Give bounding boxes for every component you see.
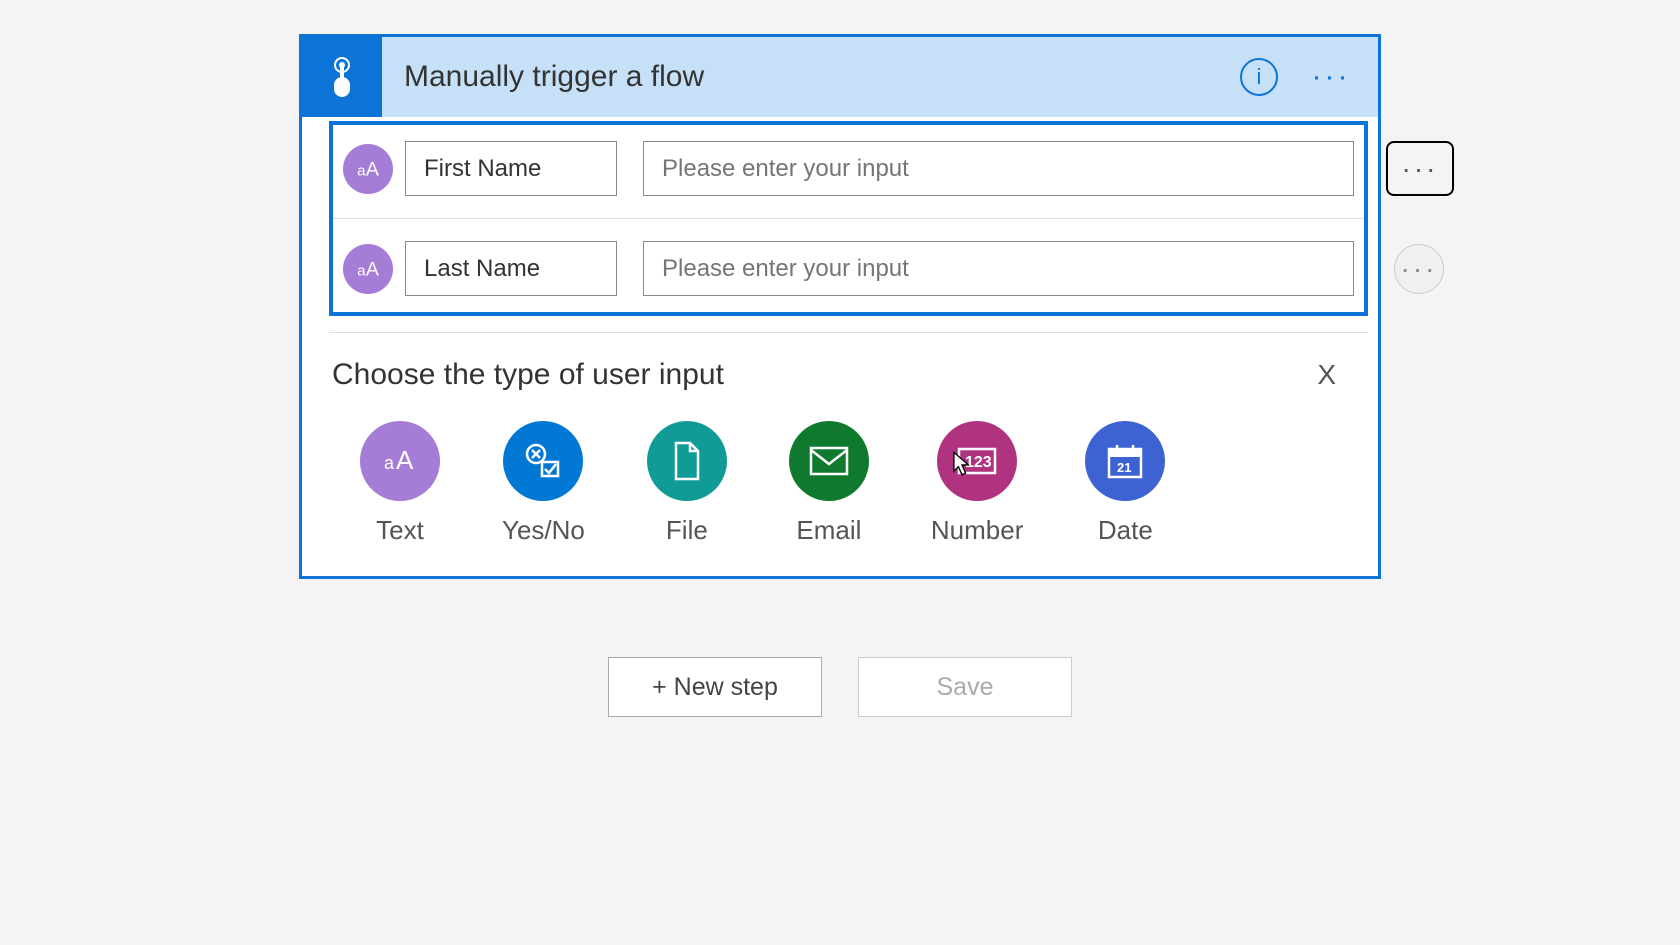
- input-row-more-button[interactable]: ···: [1394, 244, 1444, 294]
- type-option-yesno[interactable]: Yes/No: [502, 421, 585, 546]
- choose-type-title: Choose the type of user input: [332, 358, 724, 392]
- svg-text:A: A: [366, 258, 379, 280]
- type-option-number[interactable]: 123 Number: [931, 421, 1023, 546]
- svg-text:a: a: [357, 162, 366, 179]
- input-divider: [333, 218, 1364, 219]
- text-type-icon: a A: [343, 244, 393, 294]
- email-type-circle: [789, 421, 869, 501]
- type-label: Email: [796, 515, 861, 546]
- svg-text:21: 21: [1117, 460, 1131, 475]
- trigger-header[interactable]: Manually trigger a flow i ···: [302, 37, 1378, 117]
- type-option-date[interactable]: 21 Date: [1085, 421, 1165, 546]
- input-row-last-name: a A ···: [333, 237, 1364, 300]
- trigger-title: Manually trigger a flow: [382, 60, 1240, 94]
- input-row-more-button[interactable]: ···: [1386, 141, 1454, 196]
- input-name-field[interactable]: [405, 241, 617, 296]
- save-button[interactable]: Save: [858, 657, 1072, 717]
- type-label: Number: [931, 515, 1023, 546]
- info-icon: i: [1257, 64, 1262, 90]
- date-type-circle: 21: [1085, 421, 1165, 501]
- input-name-field[interactable]: [405, 141, 617, 196]
- file-type-circle: [647, 421, 727, 501]
- number-type-circle: 123: [937, 421, 1017, 501]
- more-icon: ···: [1312, 60, 1351, 94]
- choose-type-section: Choose the type of user input X a A Text: [302, 333, 1378, 576]
- calendar-icon: 21: [1103, 439, 1147, 483]
- type-option-text[interactable]: a A Text: [360, 421, 440, 546]
- flow-actions: + New step Save: [608, 657, 1072, 717]
- text-type-circle: a A: [360, 421, 440, 501]
- number-icon: 123: [953, 443, 1001, 479]
- svg-text:123: 123: [965, 454, 992, 471]
- type-label: Yes/No: [502, 515, 585, 546]
- text-aa-icon: a A: [380, 441, 420, 481]
- trigger-icon-box: [302, 37, 382, 117]
- text-aa-icon: a A: [355, 256, 381, 282]
- yesno-type-circle: [503, 421, 583, 501]
- header-more-button[interactable]: ···: [1306, 52, 1356, 102]
- email-icon: [807, 444, 851, 478]
- input-row-first-name: a A ···: [333, 137, 1364, 200]
- input-description-field[interactable]: [643, 241, 1354, 296]
- close-type-selector-button[interactable]: X: [1305, 353, 1348, 397]
- type-label: Text: [376, 515, 424, 546]
- type-label: Date: [1098, 515, 1153, 546]
- new-step-button[interactable]: + New step: [608, 657, 822, 717]
- type-grid: a A Text: [332, 421, 1348, 546]
- info-button[interactable]: i: [1240, 58, 1278, 96]
- file-icon: [669, 439, 705, 483]
- text-type-icon: a A: [343, 144, 393, 194]
- svg-text:a: a: [357, 262, 366, 279]
- trigger-card: Manually trigger a flow i ··· a A: [299, 34, 1381, 579]
- more-icon: ···: [1402, 153, 1439, 185]
- yes-no-icon: [520, 438, 566, 484]
- text-aa-icon: a A: [355, 156, 381, 182]
- type-option-email[interactable]: Email: [789, 421, 869, 546]
- type-label: File: [666, 515, 708, 546]
- type-option-file[interactable]: File: [647, 421, 727, 546]
- more-icon: ···: [1401, 253, 1438, 285]
- svg-text:a: a: [384, 453, 395, 473]
- manual-trigger-icon: [320, 55, 364, 99]
- svg-text:A: A: [366, 158, 379, 180]
- svg-text:A: A: [396, 445, 414, 475]
- inputs-selection-box: a A ··· a A: [329, 121, 1368, 316]
- choose-type-header: Choose the type of user input X: [332, 353, 1348, 397]
- input-description-field[interactable]: [643, 141, 1354, 196]
